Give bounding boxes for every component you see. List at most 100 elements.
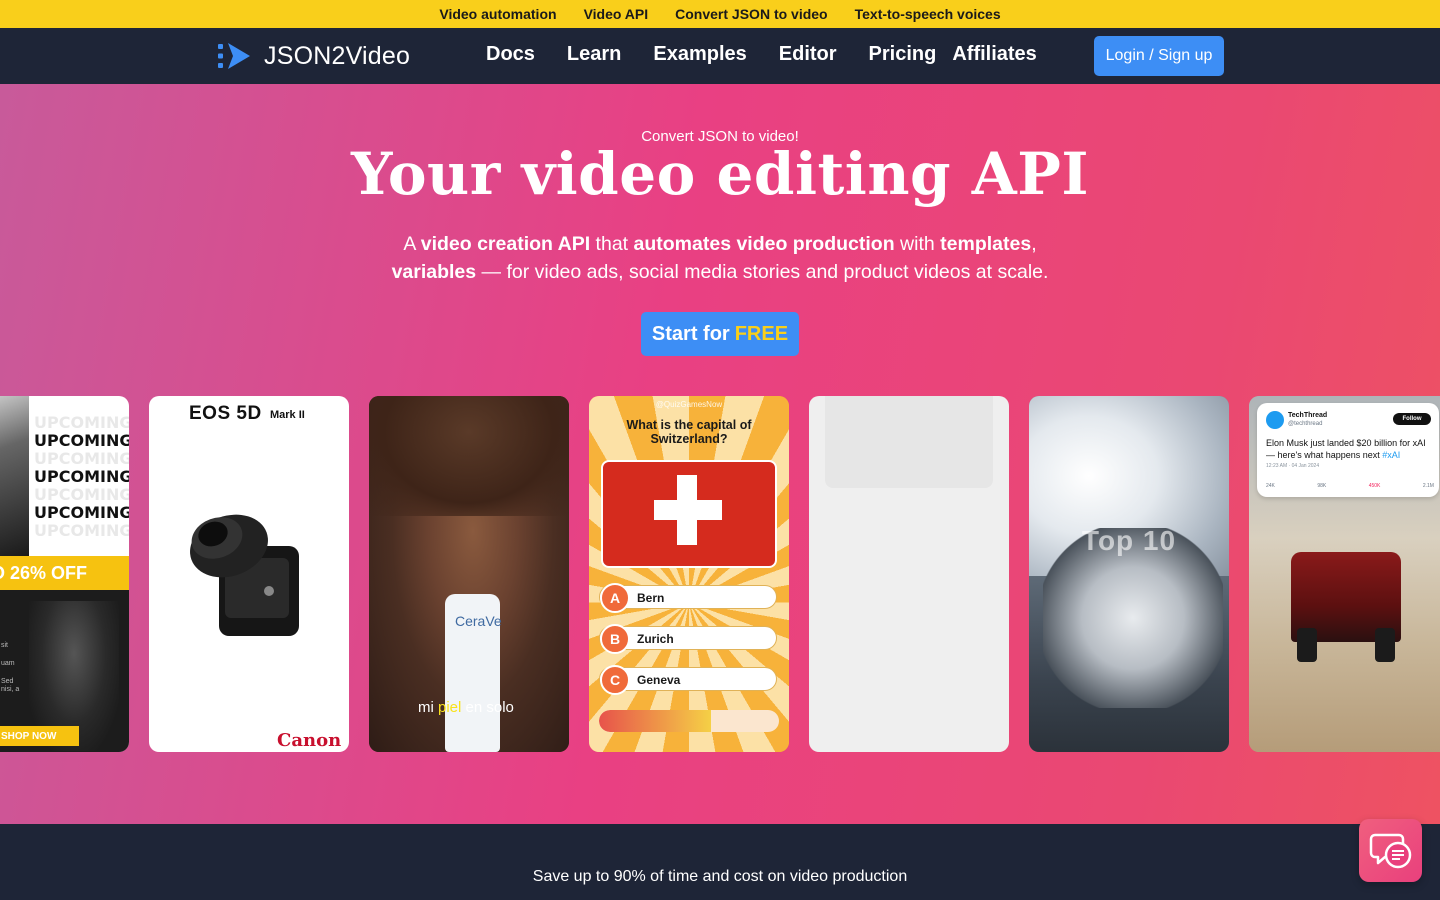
hero-desc-bold-4: variables — [391, 261, 477, 283]
upcoming-ghost: UPCOMING — [34, 521, 129, 540]
tweet-stat-views: 2.1M — [1422, 483, 1434, 489]
topbar-link-convert-json[interactable]: Convert JSON to video — [675, 6, 827, 22]
savings-text: Save up to 90% of time and cost on video… — [532, 868, 908, 885]
nav-learn[interactable]: Learn — [567, 43, 621, 66]
camera-brand-logo: Canon — [277, 730, 342, 751]
upcoming-text: UPCOMING — [34, 467, 129, 486]
top-announcement-bar: Video automation Video API Convert JSON … — [0, 0, 1440, 28]
logo-text: JSON2Video — [264, 41, 411, 70]
twitter-bird-icon — [1266, 411, 1284, 429]
tweet-timestamp: 12:23 AM · 04 Jan 2024 — [1266, 463, 1320, 469]
quiz-option: C Geneva — [599, 665, 777, 695]
option-letter: B — [600, 624, 630, 654]
loading-placeholder — [825, 396, 993, 488]
caption-post: en solo — [461, 699, 514, 716]
start-free-button[interactable]: Start for FREE — [641, 312, 799, 356]
hero-desc-text-3: with — [894, 233, 941, 255]
hero-desc-bold-3: templates — [940, 233, 1032, 255]
example-video-card-quiz[interactable]: @QuizGamesNow What is the capital of Swi… — [589, 396, 789, 752]
shop-now-label: SHOP NOW — [0, 726, 79, 746]
main-navbar: JSON2Video Docs Learn Examples Editor Pr… — [0, 28, 1440, 84]
topbar-link-tts-voices[interactable]: Text-to-speech voices — [855, 6, 1001, 22]
nav-pricing[interactable]: Pricing — [869, 43, 937, 66]
option-text: Bern — [637, 591, 665, 605]
tweet-body: Elon Musk just landed $20 billion for xA… — [1266, 438, 1426, 460]
caption-pre: mi — [418, 699, 438, 716]
chat-icon — [1369, 833, 1411, 868]
tweet-stats: 24K 98K 450K 2.1M — [1266, 483, 1434, 489]
login-signup-button[interactable]: Login / Sign up — [1094, 36, 1224, 76]
tweet-card: TechThread @techthread Follow Elon Musk … — [1257, 403, 1439, 497]
upcoming-ghost: UPCOMING — [34, 485, 129, 504]
hero-desc-text-2: that — [590, 233, 634, 255]
upcoming-stack: UPCOMING UPCOMING UPCOMING UPCOMING UPCO… — [34, 414, 129, 540]
logo-link[interactable]: JSON2Video — [216, 41, 410, 71]
video-caption: mi piel en solo — [418, 699, 514, 716]
promo-small-text: nisi, a — [1, 686, 20, 693]
hero-desc-bold-2: automates video production — [633, 233, 895, 255]
tweet-author-name: TechThread — [1288, 412, 1328, 419]
option-text: Zurich — [637, 632, 674, 646]
tweet-author-handle: @techthread — [1288, 421, 1323, 427]
hero-description: A video creation API that automates vide… — [0, 230, 1440, 286]
example-video-card-tweet[interactable]: TechThread @techthread Follow Elon Musk … — [1249, 396, 1440, 752]
tweet-text: Elon Musk just landed $20 billion for xA… — [1266, 437, 1434, 461]
hero-desc-text-4: , — [1031, 233, 1037, 255]
json2video-logo-icon — [218, 43, 250, 69]
presenter-hair — [369, 396, 569, 516]
topbar-link-video-api[interactable]: Video API — [584, 6, 649, 22]
upcoming-ghost: UPCOMING — [34, 413, 129, 432]
example-video-card-cars[interactable]: 6 Top 10 — [1029, 396, 1229, 752]
hero-desc-bold-1: video creation API — [420, 233, 591, 255]
discount-text: O 26% OFF — [0, 563, 88, 583]
nav-examples[interactable]: Examples — [653, 43, 746, 66]
example-video-card-loading[interactable] — [809, 396, 1009, 752]
upcoming-text: UPCOMING — [34, 503, 129, 522]
topbar-link-video-automation[interactable]: Video automation — [439, 6, 556, 22]
upcoming-text: UPCOMING — [34, 431, 129, 450]
option-letter: A — [600, 583, 630, 613]
option-letter: C — [600, 665, 630, 695]
promo-photo — [0, 396, 29, 556]
option-text: Geneva — [637, 673, 681, 687]
hero-desc-text-1: A — [403, 233, 421, 255]
camera-image — [190, 514, 299, 636]
cta-free-highlight: FREE — [734, 322, 789, 345]
quiz-option: A Bern — [599, 583, 777, 613]
quiz-channel: @QuizGamesNow — [655, 400, 723, 409]
hero-title: Your video editing API — [350, 140, 1089, 208]
camera-mark: Mark II — [270, 409, 305, 421]
tweet-stat-retweets: 98K — [1317, 483, 1327, 489]
chat-widget-button[interactable] — [1359, 819, 1422, 882]
tweet-stat-replies: 24K — [1266, 483, 1275, 489]
tweet-follow-badge: Follow — [1393, 413, 1431, 425]
quiz-timer-fill — [599, 710, 711, 732]
caption-highlight: piel — [438, 699, 462, 716]
truck-wheel — [1297, 628, 1317, 662]
promo-small-text: Sed — [1, 678, 14, 685]
example-video-card-camera[interactable]: EOS 5D Mark II Canon — [149, 396, 349, 752]
tweet-stat-likes: 450K — [1368, 483, 1381, 489]
quiz-question: What is the capital of Switzerland? — [626, 418, 752, 446]
product-brand: CeraVe — [455, 613, 502, 629]
camera-model: EOS 5D — [189, 403, 262, 424]
truck-wheel — [1375, 628, 1395, 662]
quiz-background — [589, 396, 789, 752]
cta-label: Start for — [651, 322, 730, 345]
savings-section: Save up to 90% of time and cost on video… — [0, 824, 1440, 900]
top10-label: Top 10 — [1081, 525, 1177, 556]
quiz-timer-bar — [599, 710, 779, 732]
nav-links: Docs Learn Examples Editor Pricing Affil… — [486, 43, 1037, 66]
promo-small-text: sit — [1, 642, 8, 649]
tweet-hashtag: #xAI — [1382, 450, 1401, 460]
promo-small-text: uam — [1, 660, 15, 667]
nav-docs[interactable]: Docs — [486, 43, 535, 66]
nav-affiliates[interactable]: Affiliates — [952, 43, 1036, 66]
flag-cross-horizontal — [654, 500, 722, 520]
hero-desc-text-5: — for video ads, social media stories an… — [476, 261, 1049, 283]
example-video-card-promo[interactable]: UPCOMING UPCOMING UPCOMING UPCOMING UPCO… — [0, 396, 129, 752]
nav-editor[interactable]: Editor — [779, 43, 837, 66]
quiz-option: B Zurich — [599, 624, 777, 654]
example-video-card-skincare[interactable]: CeraVe mi piel en solo — [369, 396, 569, 752]
upcoming-ghost: UPCOMING — [34, 449, 129, 468]
